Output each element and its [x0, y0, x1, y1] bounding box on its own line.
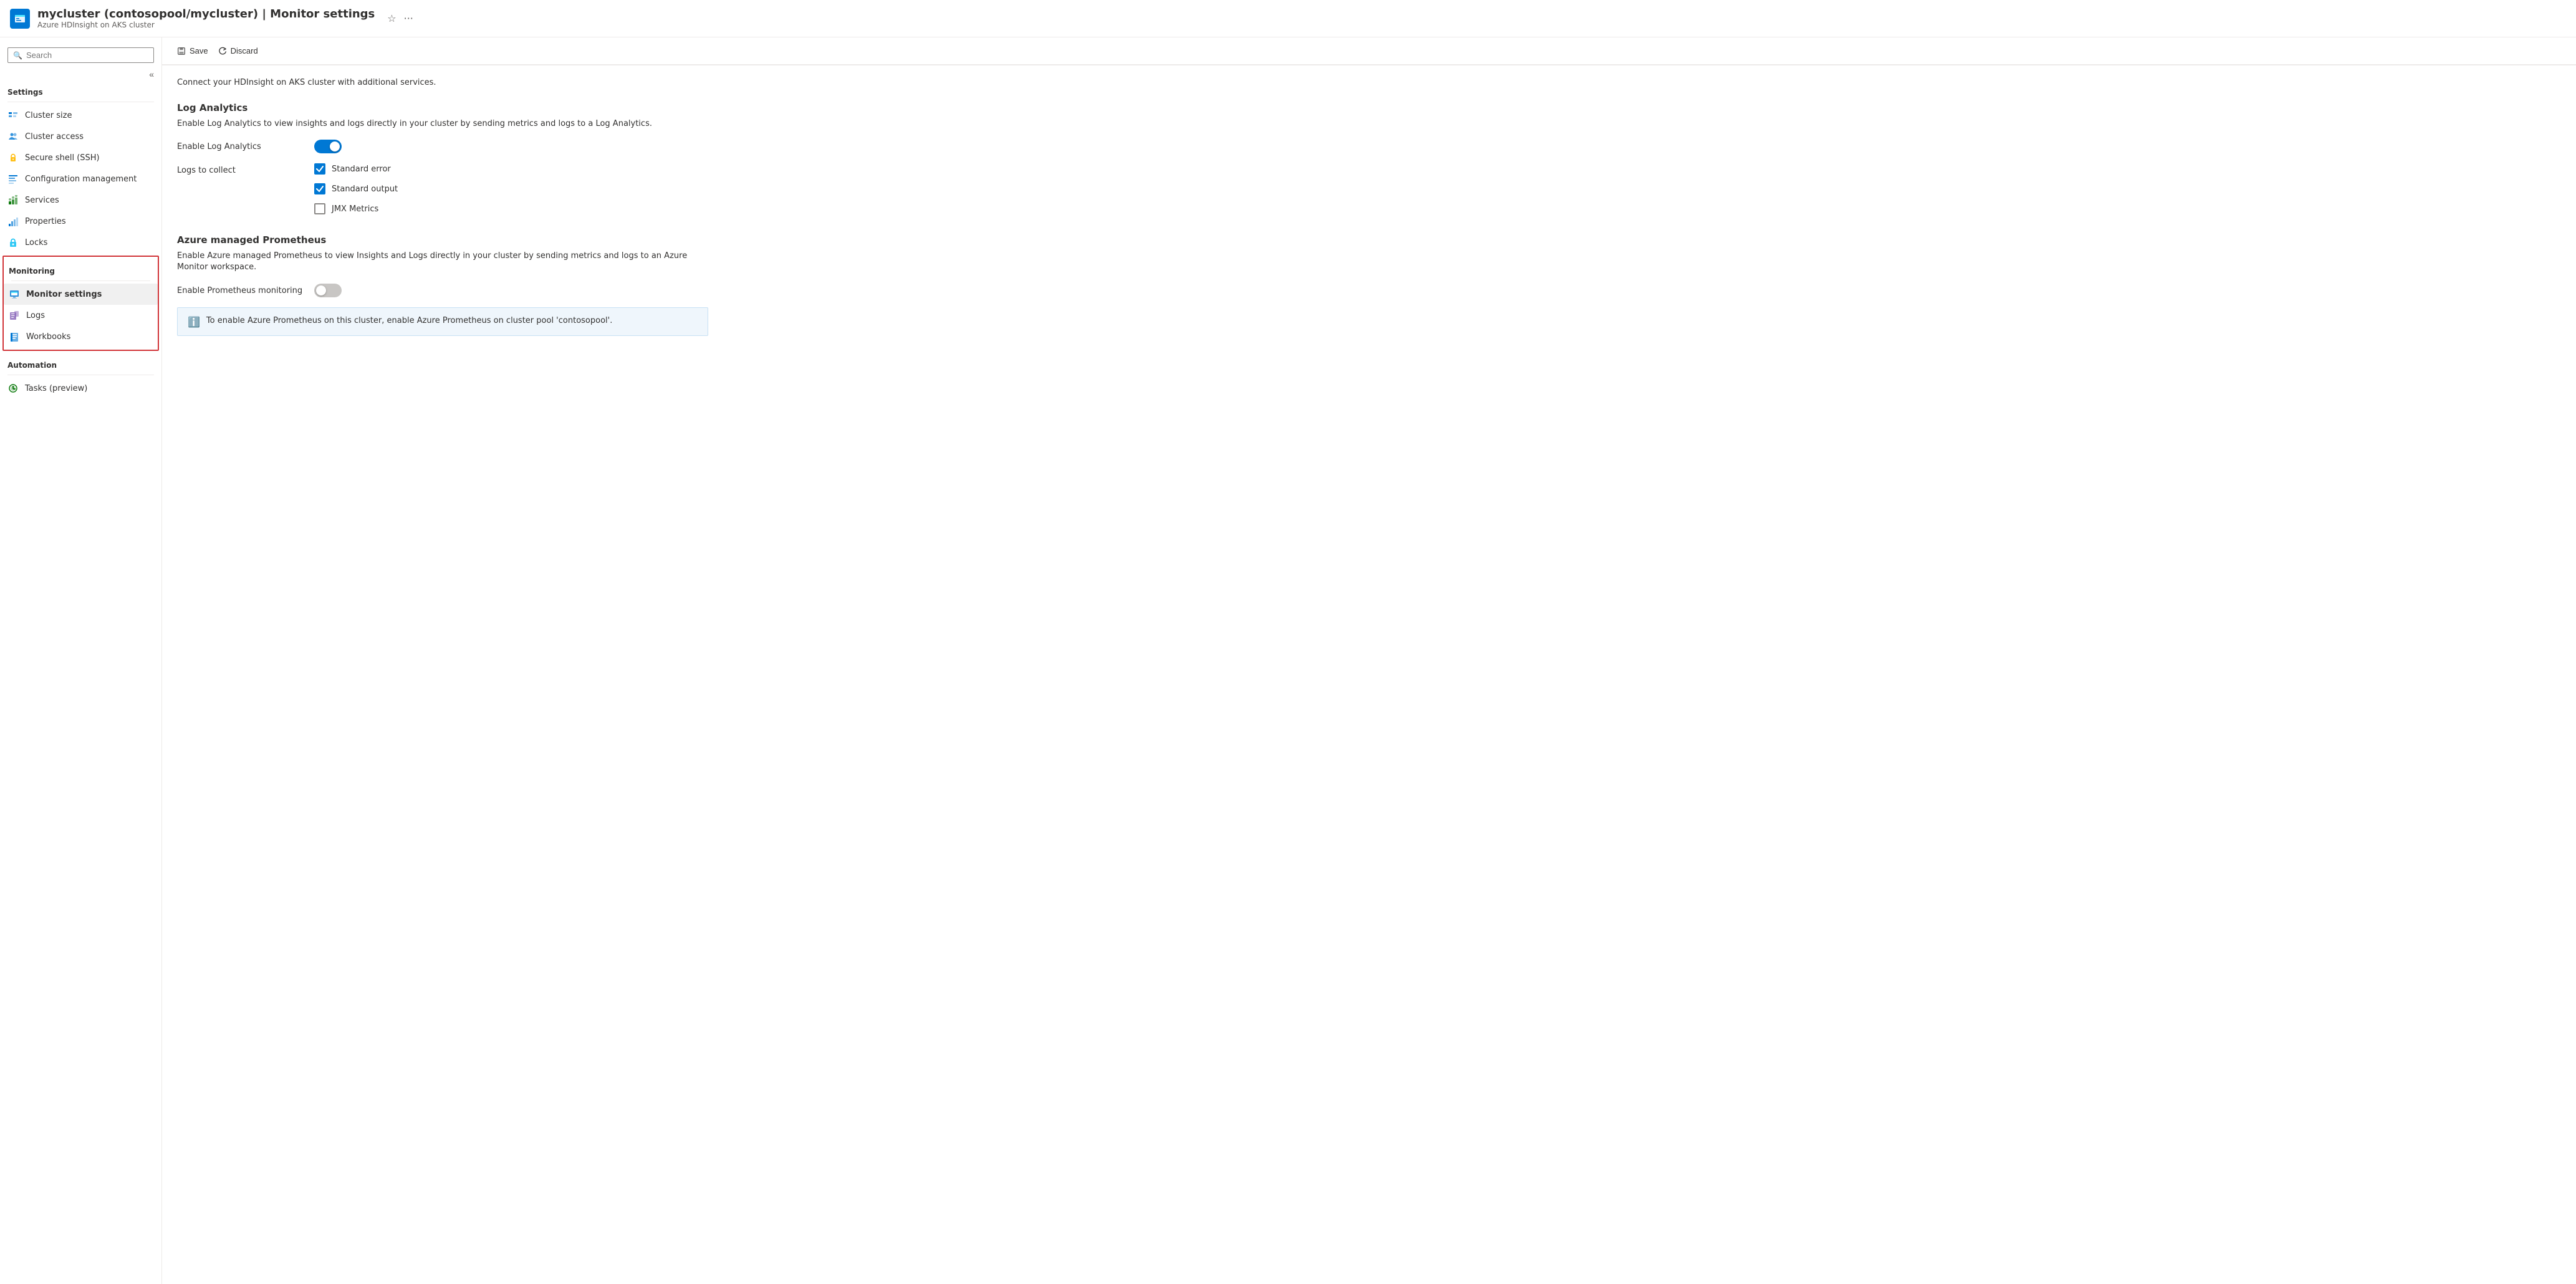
sidebar-item-properties[interactable]: Properties — [0, 211, 161, 232]
search-box[interactable]: 🔍 — [7, 47, 154, 63]
sidebar-item-label: Cluster access — [25, 132, 84, 141]
automation-section: Automation Tasks (preview) — [0, 353, 161, 399]
log-analytics-description: Enable Log Analytics to view insights an… — [177, 118, 708, 130]
cluster-size-icon — [7, 110, 19, 121]
tasks-preview-icon — [7, 383, 19, 394]
search-icon: 🔍 — [13, 51, 22, 60]
monitoring-divider — [11, 280, 150, 281]
standard-output-label: Standard output — [332, 184, 398, 194]
sidebar-item-label: Workbooks — [26, 332, 70, 342]
sidebar-item-label: Tasks (preview) — [25, 384, 87, 393]
page-subtitle: Azure HDInsight on AKS cluster — [37, 21, 375, 29]
logs-icon — [9, 310, 20, 321]
sidebar-item-tasks-preview[interactable]: Tasks (preview) — [0, 378, 161, 399]
locks-icon — [7, 237, 19, 248]
secure-shell-icon — [7, 152, 19, 163]
standard-output-checkbox[interactable] — [314, 183, 325, 194]
azure-prometheus-section: Azure managed Prometheus Enable Azure ma… — [177, 234, 708, 335]
info-icon: ℹ️ — [188, 316, 200, 328]
header-actions: ☆ ··· — [387, 12, 413, 24]
sidebar-item-secure-shell[interactable]: Secure shell (SSH) — [0, 147, 161, 168]
info-banner: ℹ️ To enable Azure Prometheus on this cl… — [177, 307, 708, 336]
standard-output-row: Standard output — [314, 183, 398, 194]
sidebar-item-label: Cluster size — [25, 111, 72, 120]
header-text-group: mycluster (contosopool/mycluster) | Moni… — [37, 7, 375, 29]
discard-icon — [218, 47, 227, 55]
more-options-icon[interactable]: ··· — [404, 12, 413, 24]
app-icon — [10, 9, 30, 29]
configuration-management-icon — [7, 173, 19, 184]
monitor-settings-icon — [9, 289, 20, 300]
enable-log-analytics-label: Enable Log Analytics — [177, 140, 314, 151]
save-icon — [177, 47, 186, 55]
sidebar: 🔍 « Settings Cluster size Cluster access — [0, 37, 162, 1284]
sidebar-item-logs[interactable]: Logs — [4, 305, 158, 326]
monitoring-section-label: Monitoring — [4, 259, 158, 278]
log-analytics-title: Log Analytics — [177, 102, 708, 113]
sidebar-item-monitor-settings[interactable]: Monitor settings — [4, 284, 158, 305]
enable-log-analytics-toggle[interactable] — [314, 140, 342, 153]
logs-to-collect-row: Logs to collect Standard error — [177, 163, 708, 214]
checkmark-icon — [316, 165, 324, 173]
automation-section-label: Automation — [0, 353, 161, 372]
save-button[interactable]: Save — [172, 42, 213, 59]
monitoring-section: Monitoring Monitor settings Logs Workboo… — [2, 256, 159, 351]
main-layout: 🔍 « Settings Cluster size Cluster access — [0, 37, 2576, 1284]
standard-error-row: Standard error — [314, 163, 398, 175]
sidebar-item-cluster-access[interactable]: Cluster access — [0, 126, 161, 147]
page-header: mycluster (contosopool/mycluster) | Moni… — [0, 0, 2576, 37]
logs-to-collect-label: Logs to collect — [177, 163, 314, 175]
azure-prometheus-title: Azure managed Prometheus — [177, 234, 708, 246]
settings-section: Settings Cluster size Cluster access Sec… — [0, 80, 161, 253]
azure-prometheus-description: Enable Azure managed Prometheus to view … — [177, 251, 708, 273]
services-icon — [7, 194, 19, 206]
sidebar-item-locks[interactable]: Locks — [0, 232, 161, 253]
sidebar-item-configuration-management[interactable]: Configuration management — [0, 168, 161, 189]
info-banner-text: To enable Azure Prometheus on this clust… — [206, 315, 612, 327]
jmx-metrics-row: JMX Metrics — [314, 203, 398, 214]
toggle-slider — [314, 284, 342, 297]
settings-section-label: Settings — [0, 80, 161, 99]
search-input[interactable] — [26, 50, 148, 60]
enable-prometheus-toggle[interactable] — [314, 284, 342, 297]
log-analytics-section: Log Analytics Enable Log Analytics to vi… — [177, 102, 708, 214]
sidebar-item-label: Locks — [25, 238, 47, 247]
standard-error-label: Standard error — [332, 165, 391, 174]
search-container: 🔍 — [0, 42, 161, 68]
sidebar-item-label: Monitor settings — [26, 290, 102, 299]
sidebar-item-label: Services — [25, 196, 59, 205]
enable-prometheus-label: Enable Prometheus monitoring — [177, 284, 314, 295]
page-title: mycluster (contosopool/mycluster) | Moni… — [37, 7, 375, 21]
page-content: Connect your HDInsight on AKS cluster wi… — [162, 65, 723, 368]
page-description: Connect your HDInsight on AKS cluster wi… — [177, 78, 708, 87]
enable-prometheus-row: Enable Prometheus monitoring — [177, 284, 708, 297]
cluster-access-icon — [7, 131, 19, 142]
favorite-icon[interactable]: ☆ — [387, 12, 396, 24]
jmx-metrics-checkbox[interactable] — [314, 203, 325, 214]
sidebar-collapse-button[interactable]: « — [149, 69, 154, 79]
toolbar: Save Discard — [162, 37, 2576, 65]
jmx-metrics-label: JMX Metrics — [332, 204, 378, 214]
properties-icon — [7, 216, 19, 227]
sidebar-item-label: Logs — [26, 311, 45, 320]
content-area: Save Discard Connect your HDInsight on A… — [162, 37, 2576, 1284]
discard-button[interactable]: Discard — [213, 42, 263, 59]
logs-checkbox-group: Standard error Standard output JMX Metri… — [314, 163, 398, 214]
sidebar-item-label: Secure shell (SSH) — [25, 153, 100, 163]
enable-log-analytics-row: Enable Log Analytics — [177, 140, 708, 153]
standard-error-checkbox[interactable] — [314, 163, 325, 175]
sidebar-item-services[interactable]: Services — [0, 189, 161, 211]
sidebar-item-cluster-size[interactable]: Cluster size — [0, 105, 161, 126]
sidebar-item-workbooks[interactable]: Workbooks — [4, 326, 158, 347]
sidebar-item-label: Properties — [25, 217, 66, 226]
sidebar-item-label: Configuration management — [25, 175, 137, 184]
checkmark-icon — [316, 185, 324, 193]
workbooks-icon — [9, 331, 20, 342]
toggle-slider — [314, 140, 342, 153]
